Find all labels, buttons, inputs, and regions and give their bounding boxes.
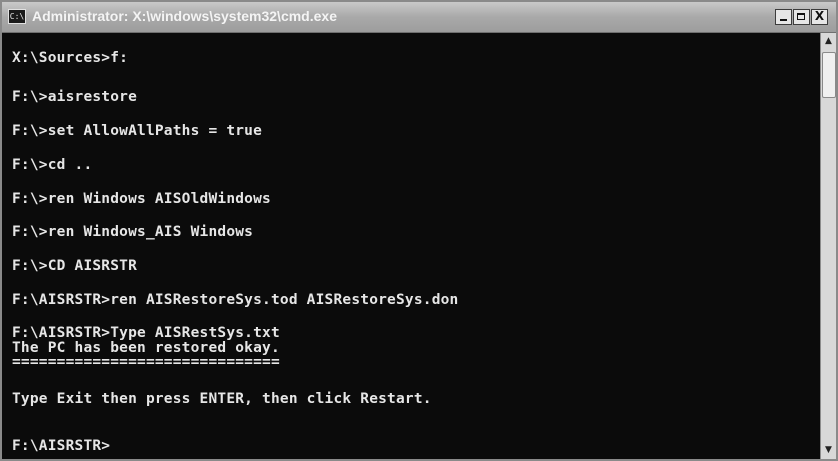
scrollbar-thumb[interactable]: [822, 52, 836, 98]
console-line: F:\>ren Windows AISOldWindows: [12, 191, 271, 207]
vertical-scrollbar[interactable]: ▲ ▼: [820, 33, 836, 459]
cmd-icon[interactable]: C:\: [8, 9, 26, 24]
window-controls: X: [774, 9, 828, 27]
title-bar[interactable]: C:\ Administrator: X:\windows\system32\c…: [2, 2, 836, 33]
console-output[interactable]: X:\Sources>f: F:\>aisrestore F:\>set All…: [2, 33, 820, 459]
maximize-button[interactable]: [793, 9, 810, 25]
console-line: Type Exit then press ENTER, then click R…: [12, 391, 432, 407]
console-line: F:\>CD AISRSTR: [12, 258, 138, 274]
scroll-down-icon[interactable]: ▼: [821, 442, 836, 459]
console-prompt: F:\AISRSTR>: [12, 438, 111, 454]
console-line: F:\>ren Windows_AIS Windows: [12, 224, 254, 240]
console-line: F:\AISRSTR>ren AISRestoreSys.tod AISRest…: [12, 292, 459, 308]
console-line: F:\>set AllowAllPaths = true: [12, 123, 263, 139]
minimize-button[interactable]: [775, 9, 792, 25]
close-button[interactable]: X: [811, 9, 828, 25]
scroll-up-icon[interactable]: ▲: [821, 33, 836, 50]
console-line: F:\>cd ..: [12, 157, 93, 173]
window-title: Administrator: X:\windows\system32\cmd.e…: [32, 8, 337, 24]
console-line: ==============================: [12, 354, 280, 370]
console-line: F:\>aisrestore: [12, 89, 138, 105]
cmd-window: C:\ Administrator: X:\windows\system32\c…: [0, 0, 838, 461]
console-line: X:\Sources>f:: [12, 50, 129, 66]
